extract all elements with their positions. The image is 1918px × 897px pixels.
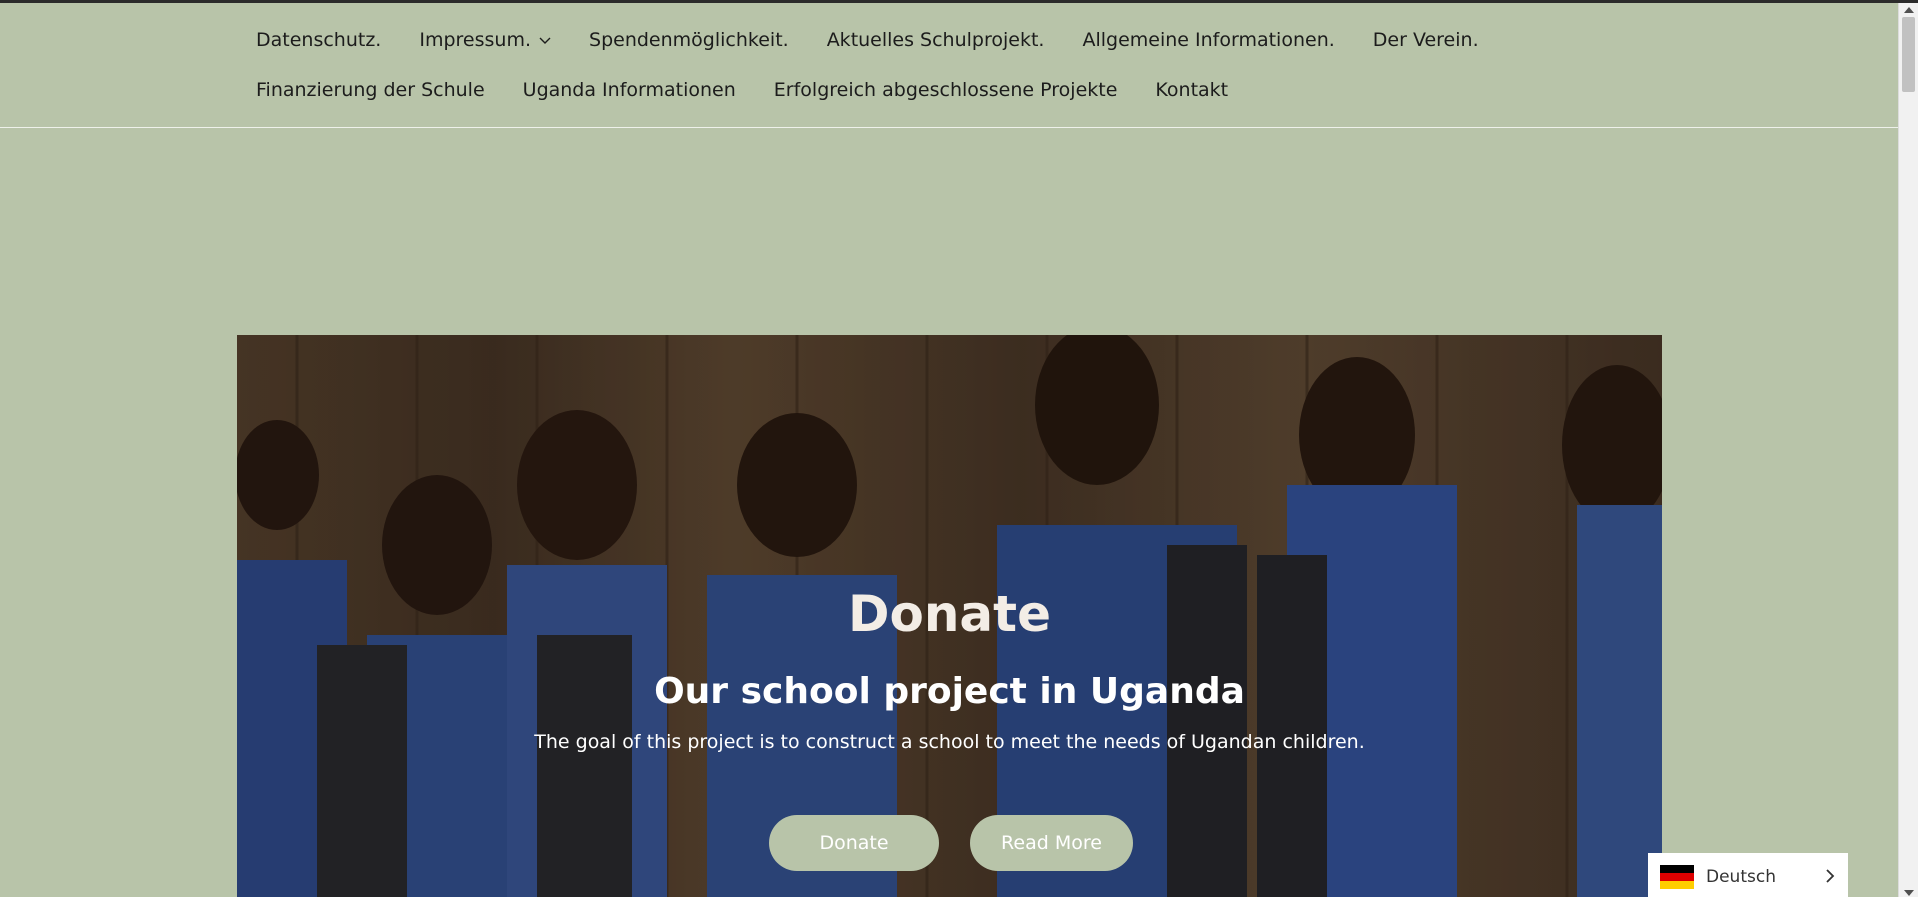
nav-item-label: Kontakt [1155,79,1229,101]
donate-button[interactable]: Donate [769,815,939,871]
nav-item-abgeschlossene-projekte[interactable]: Erfolgreich abgeschlossene Projekte [774,79,1118,101]
scroll-down-arrow-icon[interactable] [1904,890,1914,896]
nav-item-label: Finanzierung der Schule [256,79,485,101]
hero-subtitle: Our school project in Uganda [654,671,1245,712]
nav-item-label: Uganda Informationen [522,79,736,101]
nav-item-label: Der Verein. [1372,29,1479,51]
nav-item-impressum[interactable]: Impressum. [419,29,551,51]
hero-description: The goal of this project is to construct… [534,731,1365,753]
hero-title: Donate [847,585,1051,643]
nav-row-1: Datenschutz. Impressum. Spendenmöglichke… [256,29,1517,51]
scroll-up-arrow-icon[interactable] [1904,7,1914,13]
nav-item-allgemeine-informationen[interactable]: Allgemeine Informationen. [1082,29,1334,51]
nav-item-label: Impressum. [419,29,532,51]
read-more-button[interactable]: Read More [970,815,1133,871]
nav-item-datenschutz[interactable]: Datenschutz. [256,29,381,51]
nav-item-der-verein[interactable]: Der Verein. [1373,29,1479,51]
germany-flag-icon [1660,864,1694,889]
scroll-thumb[interactable] [1902,17,1915,92]
language-label: Deutsch [1706,866,1776,887]
nav-item-label: Allgemeine Informationen. [1082,29,1335,51]
hero-banner: Donate Our school project in Uganda The … [237,335,1662,897]
nav-item-label: Spendenmöglichkeit. [589,29,789,51]
nav-item-label: Aktuelles Schulprojekt. [826,29,1045,51]
chevron-down-icon [539,37,551,44]
nav-row-2: Finanzierung der Schule Uganda Informati… [256,79,1266,101]
nav-item-label: Erfolgreich abgeschlossene Projekte [773,79,1118,101]
nav-item-kontakt[interactable]: Kontakt [1155,79,1228,101]
nav-item-aktuelles-schulprojekt[interactable]: Aktuelles Schulprojekt. [827,29,1045,51]
page-scrollbar[interactable] [1898,3,1918,897]
nav-item-spendenmoeglichkeit[interactable]: Spendenmöglichkeit. [589,29,789,51]
chevron-right-icon [1826,869,1835,883]
nav-item-label: Datenschutz. [256,29,382,51]
nav-item-uganda-informationen[interactable]: Uganda Informationen [523,79,736,101]
language-switcher[interactable]: Deutsch [1648,853,1848,897]
nav-item-finanzierung[interactable]: Finanzierung der Schule [256,79,485,101]
main-navigation: Datenschutz. Impressum. Spendenmöglichke… [0,3,1898,128]
